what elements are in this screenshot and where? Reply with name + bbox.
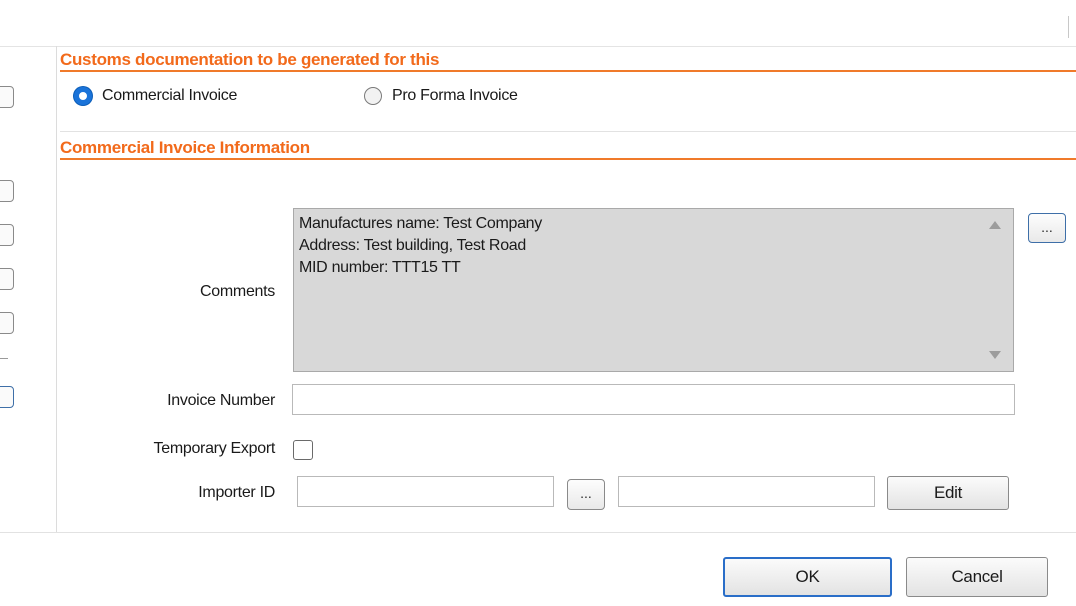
scroll-down-arrow-icon[interactable] [989, 351, 1001, 359]
radio-unselected-icon [364, 87, 382, 105]
importer-browse-button[interactable]: ... [567, 479, 605, 510]
top-field-edge [1068, 16, 1069, 38]
temporary-export-checkbox[interactable] [293, 440, 313, 460]
left-edge-dropdown[interactable] [0, 86, 14, 108]
section-separator [60, 131, 1076, 132]
footer-separator [0, 532, 1076, 533]
scroll-up-arrow-icon[interactable] [989, 221, 1001, 229]
radio-selected-icon [74, 87, 92, 105]
importer-name-input[interactable] [618, 476, 875, 507]
invoice-number-input[interactable] [292, 384, 1015, 415]
customs-section-header: Customs documentation to be generated fo… [60, 50, 1076, 72]
ok-button[interactable]: OK [723, 557, 892, 597]
temporary-export-label: Temporary Export [153, 440, 276, 457]
importer-id-label: Importer ID [198, 484, 275, 501]
importer-edit-button[interactable]: Edit [887, 476, 1009, 510]
commercial-invoice-radio[interactable]: Commercial Invoice [74, 87, 237, 105]
top-strip [0, 0, 1076, 47]
invoice-number-label: Invoice Number [167, 392, 275, 409]
invoice-section-header: Commercial Invoice Information [60, 138, 1076, 160]
comments-browse-button[interactable]: ... [1028, 213, 1066, 243]
left-edge-dash [0, 358, 8, 359]
comments-line: Manufactures name: Test Company [299, 215, 542, 232]
comments-line: Address: Test building, Test Road [299, 237, 526, 254]
cancel-button[interactable]: Cancel [906, 557, 1048, 597]
comments-line: MID number: TTT15 TT [299, 259, 461, 276]
commercial-invoice-label: Commercial Invoice [102, 87, 238, 104]
comments-textarea[interactable]: Manufactures name: Test Company Address:… [293, 208, 1014, 372]
comments-label: Comments [200, 283, 275, 300]
left-edge-field[interactable] [0, 224, 14, 246]
pro-forma-invoice-radio[interactable]: Pro Forma Invoice [364, 87, 518, 105]
left-edge-field[interactable] [0, 180, 14, 202]
importer-id-input[interactable] [297, 476, 554, 507]
pro-forma-invoice-label: Pro Forma Invoice [392, 87, 518, 104]
left-edge-field[interactable] [0, 312, 14, 334]
